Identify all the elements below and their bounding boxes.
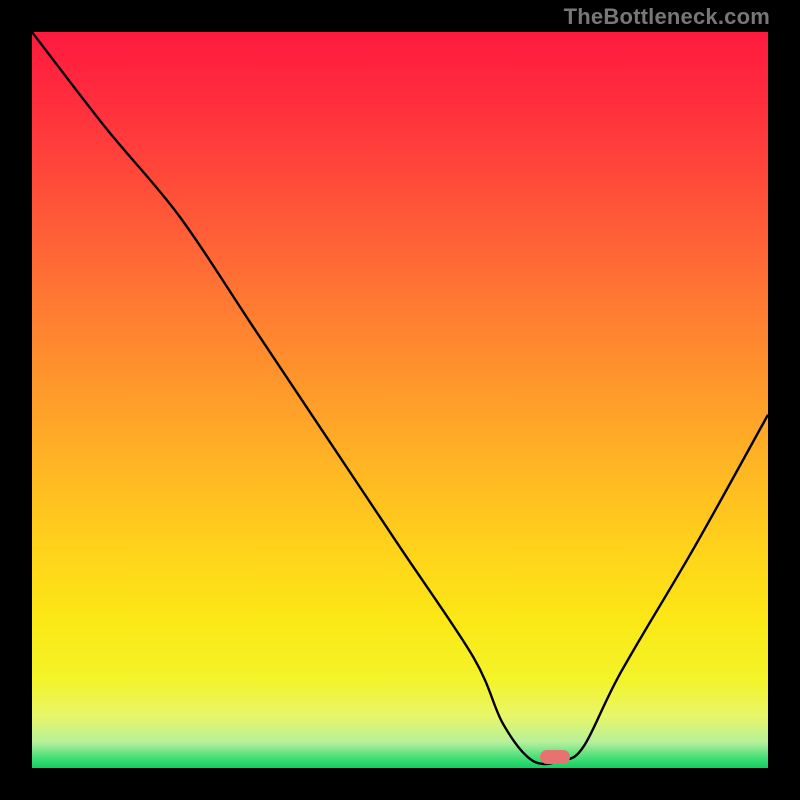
chart-frame: TheBottleneck.com: [0, 0, 800, 800]
background-gradient: [32, 32, 768, 768]
optimal-marker: [540, 750, 570, 764]
plot-area: [32, 32, 768, 768]
watermark-text: TheBottleneck.com: [564, 4, 770, 30]
